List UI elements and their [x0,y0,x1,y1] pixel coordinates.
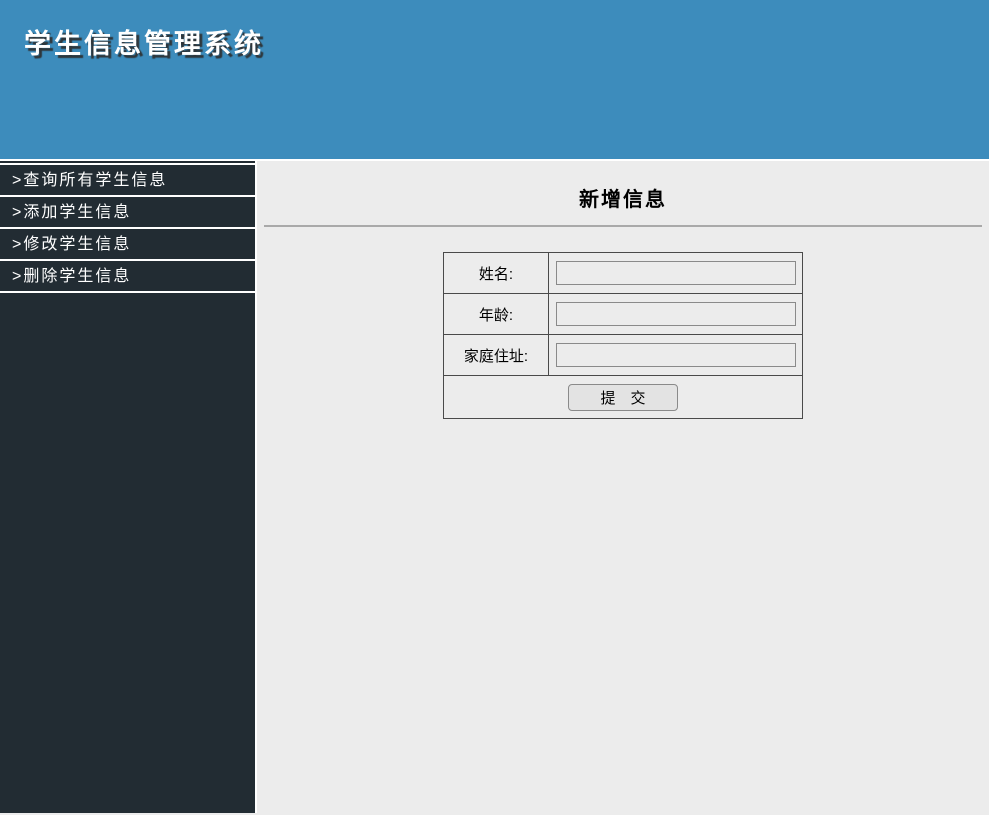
main-content: 新增信息 姓名: 年龄: 家庭住址: 提 交 [257,161,989,813]
age-input[interactable] [555,302,796,326]
app-title: 学生信息管理系统 [24,29,264,59]
name-label: 姓名: [443,252,549,294]
title-divider [264,225,982,227]
sidebar-item-query-all-students[interactable]: >查询所有学生信息 [0,165,255,197]
sidebar: >查询所有学生信息 >添加学生信息 >修改学生信息 >删除学生信息 [0,161,257,813]
sidebar-menu: >查询所有学生信息 >添加学生信息 >修改学生信息 >删除学生信息 [0,163,255,293]
address-input-cell [548,334,803,376]
age-label: 年龄: [443,293,549,335]
sidebar-item-delete-student[interactable]: >删除学生信息 [0,261,255,293]
sidebar-item-modify-student[interactable]: >修改学生信息 [0,229,255,261]
table-row: 提 交 [443,375,803,419]
address-input[interactable] [555,343,796,367]
sidebar-item-add-student[interactable]: >添加学生信息 [0,197,255,229]
table-row: 姓名: [443,252,803,294]
page-layout: >查询所有学生信息 >添加学生信息 >修改学生信息 >删除学生信息 新增信息 姓… [0,161,989,813]
app-header: 学生信息管理系统 [0,0,989,161]
name-input[interactable] [555,261,796,285]
name-input-cell [548,252,803,294]
section-title: 新增信息 [579,189,667,211]
submit-cell: 提 交 [443,375,803,419]
student-form-table: 姓名: 年龄: 家庭住址: 提 交 [443,252,803,419]
table-row: 家庭住址: [443,334,803,376]
submit-button[interactable]: 提 交 [568,383,678,411]
address-label: 家庭住址: [443,334,549,376]
age-input-cell [548,293,803,335]
table-row: 年龄: [443,293,803,335]
